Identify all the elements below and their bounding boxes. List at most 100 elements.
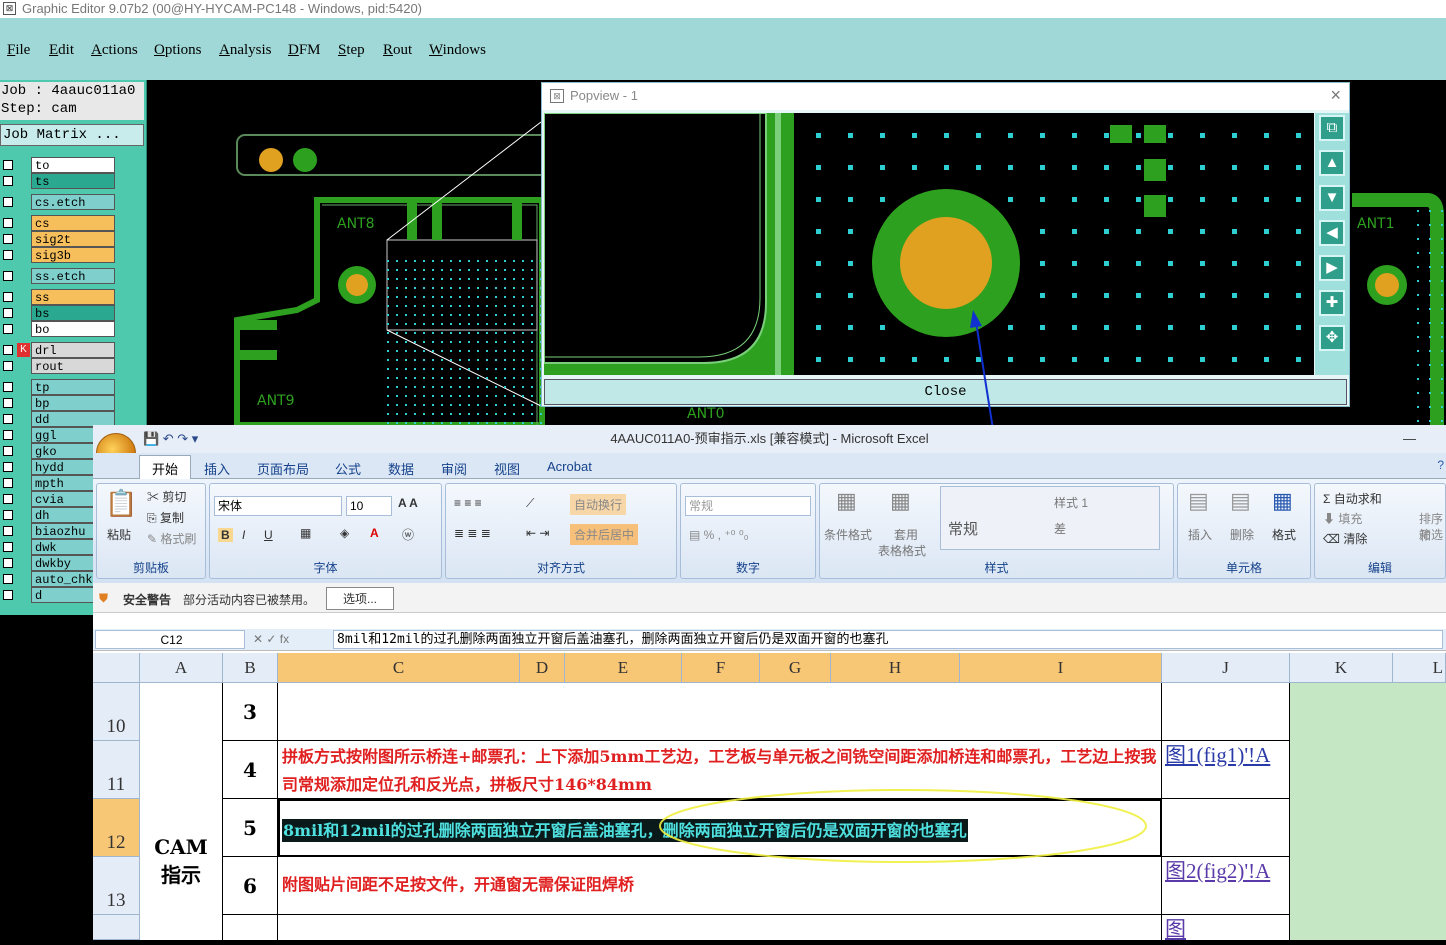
pan-right-icon[interactable]: ▶ (1319, 255, 1345, 281)
item-number-cell[interactable]: 4 (223, 741, 278, 799)
hyperlink-cell[interactable]: 图 (1162, 915, 1290, 940)
layer-name[interactable]: bs (31, 305, 115, 321)
column-header[interactable]: I (960, 653, 1162, 683)
column-header[interactable]: H (831, 653, 960, 683)
instruction-cell[interactable] (278, 915, 1162, 940)
layer-checkbox[interactable] (3, 510, 13, 520)
minimize-icon[interactable]: — (1403, 425, 1416, 453)
select-all-corner[interactable] (93, 653, 140, 683)
zoom-in-icon[interactable]: ✚ (1319, 290, 1345, 316)
tab-insert[interactable]: 插入 (204, 459, 230, 478)
layer-checkbox[interactable] (3, 324, 13, 334)
layer-checkbox[interactable] (3, 218, 13, 228)
item-number-cell[interactable]: 3 (223, 683, 278, 741)
paste-button[interactable]: 粘贴 (107, 526, 131, 543)
menu-analysis[interactable]: Analysis (219, 42, 272, 59)
hyperlink-cell[interactable]: 图2(fig2)'!A (1162, 857, 1290, 915)
popview-canvas[interactable] (544, 113, 1314, 375)
underline-button[interactable]: U (264, 528, 273, 542)
layer-name[interactable]: tp (31, 379, 115, 395)
layer-row[interactable]: bs (0, 305, 118, 321)
fx-icon[interactable]: ✕ ✓ fx (253, 632, 289, 646)
menu-actions[interactable]: Actions (91, 42, 138, 59)
tab-review[interactable]: 审阅 (441, 459, 467, 478)
popview-close-button[interactable]: Close (544, 379, 1347, 405)
tab-formulas[interactable]: 公式 (335, 459, 361, 478)
layer-checkbox[interactable] (3, 197, 13, 207)
tab-data[interactable]: 数据 (388, 459, 414, 478)
item-number-cell[interactable]: 6 (223, 857, 278, 915)
column-header[interactable]: G (760, 653, 831, 683)
layer-row[interactable]: drl K (0, 342, 118, 358)
link-cell[interactable] (1162, 799, 1290, 857)
column-header[interactable]: E (565, 653, 682, 683)
row-header[interactable]: 11 (93, 741, 140, 799)
layer-row[interactable]: sig3b (0, 247, 118, 263)
fill-color-icon[interactable]: ◈ (340, 526, 349, 540)
fill-button[interactable]: ⬇ 填充 (1323, 510, 1362, 527)
tab-page-layout[interactable]: 页面布局 (257, 459, 309, 478)
layer-row[interactable]: tp (0, 379, 118, 395)
font-size-select[interactable]: 10 (346, 496, 392, 516)
close-icon[interactable]: × (1330, 85, 1341, 106)
layer-name[interactable]: ss (31, 289, 115, 305)
delete-cells-icon[interactable]: ▤ (1230, 488, 1251, 514)
format-cells-button[interactable]: 格式 (1272, 526, 1296, 543)
layer-checkbox[interactable] (3, 234, 13, 244)
row-header[interactable] (93, 915, 140, 940)
item-number-cell[interactable]: 5 (223, 799, 278, 857)
cam-instruction-label[interactable]: CAM 指示 (140, 683, 223, 940)
layer-name[interactable]: rout (31, 358, 115, 374)
border-icon[interactable]: ▦ (300, 526, 311, 540)
help-icon[interactable]: ? (1437, 458, 1444, 472)
column-header[interactable]: B (223, 653, 278, 683)
italic-button[interactable]: I (242, 528, 245, 542)
layer-name[interactable]: ss.etch (31, 268, 115, 284)
menu-options[interactable]: Options (154, 42, 202, 59)
row-header[interactable]: 12 (93, 799, 140, 857)
layer-row[interactable]: ss (0, 289, 118, 305)
layer-checkbox[interactable] (3, 382, 13, 392)
link-cell[interactable] (1162, 683, 1290, 741)
row-header[interactable]: 10 (93, 683, 140, 741)
insert-cells-button[interactable]: 插入 (1188, 526, 1212, 543)
layer-name[interactable]: cs.etch (31, 194, 115, 210)
layer-name[interactable]: drl (31, 342, 115, 358)
tab-home[interactable]: 开始 (139, 455, 192, 481)
zoom-out-icon[interactable]: ✥ (1319, 325, 1345, 351)
layer-checkbox[interactable] (3, 430, 13, 440)
layer-name[interactable]: sig3b (31, 247, 115, 263)
spreadsheet-grid[interactable]: A B C D E F G H I J K L 10 11 12 13 CAM … (93, 653, 1446, 940)
layer-row[interactable]: sig2t (0, 231, 118, 247)
table-format-button[interactable]: 套用 (894, 526, 918, 543)
merge-center-button[interactable]: 合并后居中 (570, 524, 639, 545)
layer-checkbox[interactable] (3, 292, 13, 302)
instruction-cell[interactable] (278, 683, 1162, 741)
tab-view[interactable]: 视图 (494, 459, 520, 478)
delete-cells-button[interactable]: 删除 (1230, 526, 1254, 543)
layer-checkbox[interactable] (3, 478, 13, 488)
insert-cells-icon[interactable]: ▤ (1188, 488, 1209, 514)
formula-input[interactable]: 8mil和12mil的过孔删除两面独立开窗后盖油塞孔，删除两面独立开窗后仍是双面… (333, 630, 1443, 649)
layer-checkbox[interactable] (3, 414, 13, 424)
layer-row[interactable]: to (0, 157, 118, 173)
layer-checkbox[interactable] (3, 590, 13, 600)
layer-name[interactable]: cs (31, 215, 115, 231)
layer-name[interactable]: ts (31, 173, 115, 189)
column-header[interactable]: K (1290, 653, 1393, 683)
layer-row[interactable]: rout (0, 358, 118, 374)
autosum-button[interactable]: Σ 自动求和 (1323, 490, 1382, 507)
layer-checkbox[interactable] (3, 446, 13, 456)
column-header[interactable]: F (682, 653, 760, 683)
tab-acrobat[interactable]: Acrobat (547, 459, 592, 474)
layer-row[interactable]: cs.etch (0, 194, 118, 210)
layer-row[interactable]: bo (0, 321, 118, 337)
quick-access-icon[interactable]: 💾 ↶ ↷ ▾ (143, 425, 198, 453)
layer-row[interactable]: ts (0, 173, 118, 189)
style-bad[interactable]: 差 (1054, 520, 1066, 537)
indent-icon[interactable]: ⇤ ⇥ (526, 526, 549, 540)
hyperlink-cell[interactable]: 图1(fig1)'!A (1162, 741, 1290, 799)
layer-checkbox[interactable] (3, 250, 13, 260)
column-header[interactable]: D (520, 653, 565, 683)
item-number-cell[interactable] (223, 915, 278, 940)
